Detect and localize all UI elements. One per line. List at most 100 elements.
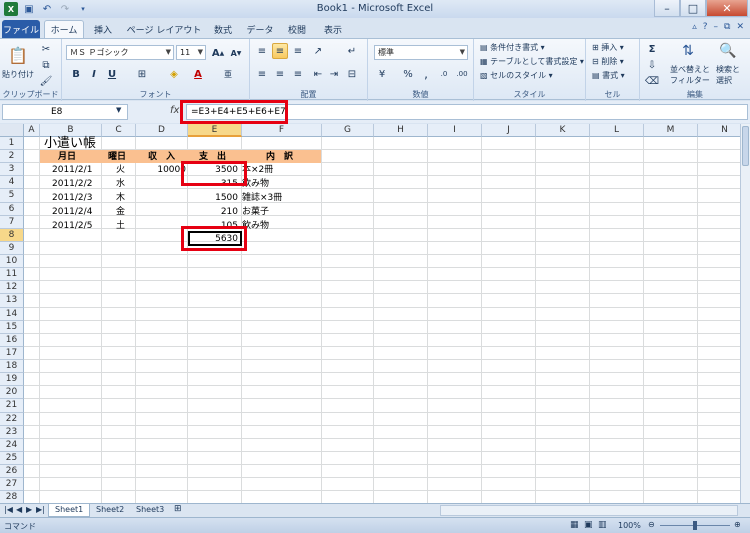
expense-cell[interactable]: 1500 xyxy=(194,192,238,204)
row-header-23[interactable]: 23 xyxy=(0,425,24,439)
column-header-n[interactable]: N xyxy=(698,124,740,137)
cell-styles-button[interactable]: ▧ セルのスタイル ▾ xyxy=(480,70,553,81)
vertical-scroll-thumb[interactable] xyxy=(742,126,749,166)
grow-font-icon[interactable]: A ▲ xyxy=(210,45,226,61)
row-header-6[interactable]: 6 xyxy=(0,202,24,216)
comma-icon[interactable]: , xyxy=(418,66,434,82)
bold-icon[interactable]: B xyxy=(68,66,84,82)
tab-view[interactable]: 表示 xyxy=(316,20,350,38)
sheet-nav-first-icon[interactable]: |◀ xyxy=(4,505,13,514)
find-select-icon[interactable]: 🔍 xyxy=(718,41,738,61)
header-detail[interactable]: 内 訳 xyxy=(266,151,293,163)
minimize-ribbon-icon[interactable]: ▵ xyxy=(692,22,697,32)
percent-icon[interactable]: % xyxy=(400,66,416,82)
format-button[interactable]: ▤ 書式 ▾ xyxy=(592,70,625,81)
row-header-14[interactable]: 14 xyxy=(0,307,24,321)
date-cell[interactable]: 2011/2/5 xyxy=(52,220,92,232)
decrease-indent-icon[interactable]: ⇤ xyxy=(310,66,326,82)
clear-icon[interactable]: ⌫ xyxy=(644,73,660,89)
name-box[interactable]: E8 xyxy=(2,104,128,120)
column-header-g[interactable]: G xyxy=(322,124,374,137)
sheet-title-cell[interactable]: 小遣い帳 xyxy=(44,137,96,150)
cut-icon[interactable]: ✂ xyxy=(38,41,54,57)
sheet-tab-1[interactable]: Sheet1 xyxy=(48,504,91,517)
shrink-font-icon[interactable]: A ▼ xyxy=(228,45,244,61)
column-header-k[interactable]: K xyxy=(536,124,590,137)
row-header-15[interactable]: 15 xyxy=(0,320,24,334)
tab-file[interactable]: ファイル xyxy=(2,20,40,38)
row-header-4[interactable]: 4 xyxy=(0,176,24,190)
italic-icon[interactable]: I xyxy=(86,66,102,82)
select-all-corner[interactable] xyxy=(0,124,24,137)
row-header-8[interactable]: 8 xyxy=(0,228,24,242)
header-weekday[interactable]: 曜日 xyxy=(108,151,126,163)
orientation-icon[interactable]: ↗ xyxy=(310,43,326,59)
align-bottom-icon[interactable]: ≡ xyxy=(290,43,306,59)
column-header-a[interactable]: A xyxy=(24,124,40,137)
autosum-icon[interactable]: Σ xyxy=(644,41,660,57)
row-header-1[interactable]: 1 xyxy=(0,137,24,151)
insert-button[interactable]: ⊞ 挿入 ▾ xyxy=(592,42,624,53)
column-header-i[interactable]: I xyxy=(428,124,482,137)
font-name-select[interactable]: ＭＳ Ｐゴシック ▼ xyxy=(66,45,174,60)
row-header-5[interactable]: 5 xyxy=(0,189,24,203)
copy-icon[interactable]: ⧉ xyxy=(38,57,54,73)
row-header-7[interactable]: 7 xyxy=(0,215,24,229)
align-top-icon[interactable]: ≡ xyxy=(254,43,270,59)
row-header-12[interactable]: 12 xyxy=(0,281,24,295)
weekday-cell[interactable]: 水 xyxy=(116,178,125,190)
header-date[interactable]: 月日 xyxy=(58,151,76,163)
row-header-10[interactable]: 10 xyxy=(0,255,24,269)
sheet-nav-next-icon[interactable]: ▶ xyxy=(26,505,32,514)
find-select-label2[interactable]: 選択 xyxy=(716,75,732,86)
weekday-cell[interactable]: 土 xyxy=(116,220,125,232)
row-header-3[interactable]: 3 xyxy=(0,163,24,177)
row-header-21[interactable]: 21 xyxy=(0,399,24,413)
align-left-icon[interactable]: ≡ xyxy=(254,66,270,82)
sheet-tab-2[interactable]: Sheet2 xyxy=(90,504,130,517)
date-cell[interactable]: 2011/2/4 xyxy=(52,206,92,218)
sheet-nav-prev-icon[interactable]: ◀ xyxy=(16,505,22,514)
paste-icon[interactable]: 📋 xyxy=(6,43,30,67)
align-center-icon[interactable]: ≡ xyxy=(272,66,288,82)
format-painter-icon[interactable]: 🖌 xyxy=(38,73,54,89)
fx-icon[interactable]: fx xyxy=(170,105,179,116)
close-button[interactable]: ✕ xyxy=(706,0,748,17)
row-header-22[interactable]: 22 xyxy=(0,412,24,426)
borders-icon[interactable]: ⊞ xyxy=(134,66,150,82)
date-cell[interactable]: 2011/2/3 xyxy=(52,192,92,204)
row-header-11[interactable]: 11 xyxy=(0,268,24,282)
help-icon[interactable]: ? xyxy=(703,22,708,32)
underline-icon[interactable]: U xyxy=(104,66,120,82)
date-cell[interactable]: 2011/2/1 xyxy=(52,164,92,176)
normal-view-icon[interactable]: ▦ xyxy=(570,520,579,530)
sheet-nav-last-icon[interactable]: ▶| xyxy=(36,505,45,514)
row-header-2[interactable]: 2 xyxy=(0,150,24,164)
minimize-button[interactable]: – xyxy=(654,0,680,17)
weekday-cell[interactable]: 金 xyxy=(116,206,125,218)
paste-label[interactable]: 貼り付け xyxy=(2,69,34,80)
page-break-view-icon[interactable]: ▥ xyxy=(598,520,607,530)
tab-insert[interactable]: 挿入 xyxy=(88,20,118,38)
fill-icon[interactable]: ⇩ xyxy=(644,57,660,73)
zoom-slider-handle[interactable] xyxy=(693,521,697,530)
row-header-20[interactable]: 20 xyxy=(0,386,24,400)
column-header-j[interactable]: J xyxy=(482,124,536,137)
row-header-28[interactable]: 28 xyxy=(0,491,24,503)
wrap-text-icon[interactable]: ↵ xyxy=(344,43,360,59)
row-header-13[interactable]: 13 xyxy=(0,294,24,308)
detail-cell[interactable]: 雑誌×3冊 xyxy=(242,192,282,204)
row-header-18[interactable]: 18 xyxy=(0,360,24,374)
maximize-button[interactable]: □ xyxy=(680,0,706,17)
header-income[interactable]: 収 入 xyxy=(148,151,175,163)
font-color-icon[interactable]: A xyxy=(190,66,206,82)
column-header-m[interactable]: M xyxy=(644,124,698,137)
find-select-label[interactable]: 検索と xyxy=(716,64,740,75)
zoom-out-icon[interactable]: ⊖ xyxy=(648,520,655,529)
currency-icon[interactable]: ¥ xyxy=(374,66,390,82)
row-header-19[interactable]: 19 xyxy=(0,373,24,387)
row-header-27[interactable]: 27 xyxy=(0,478,24,492)
row-header-25[interactable]: 25 xyxy=(0,451,24,465)
row-header-26[interactable]: 26 xyxy=(0,465,24,479)
zoom-in-icon[interactable]: ⊕ xyxy=(734,520,741,529)
